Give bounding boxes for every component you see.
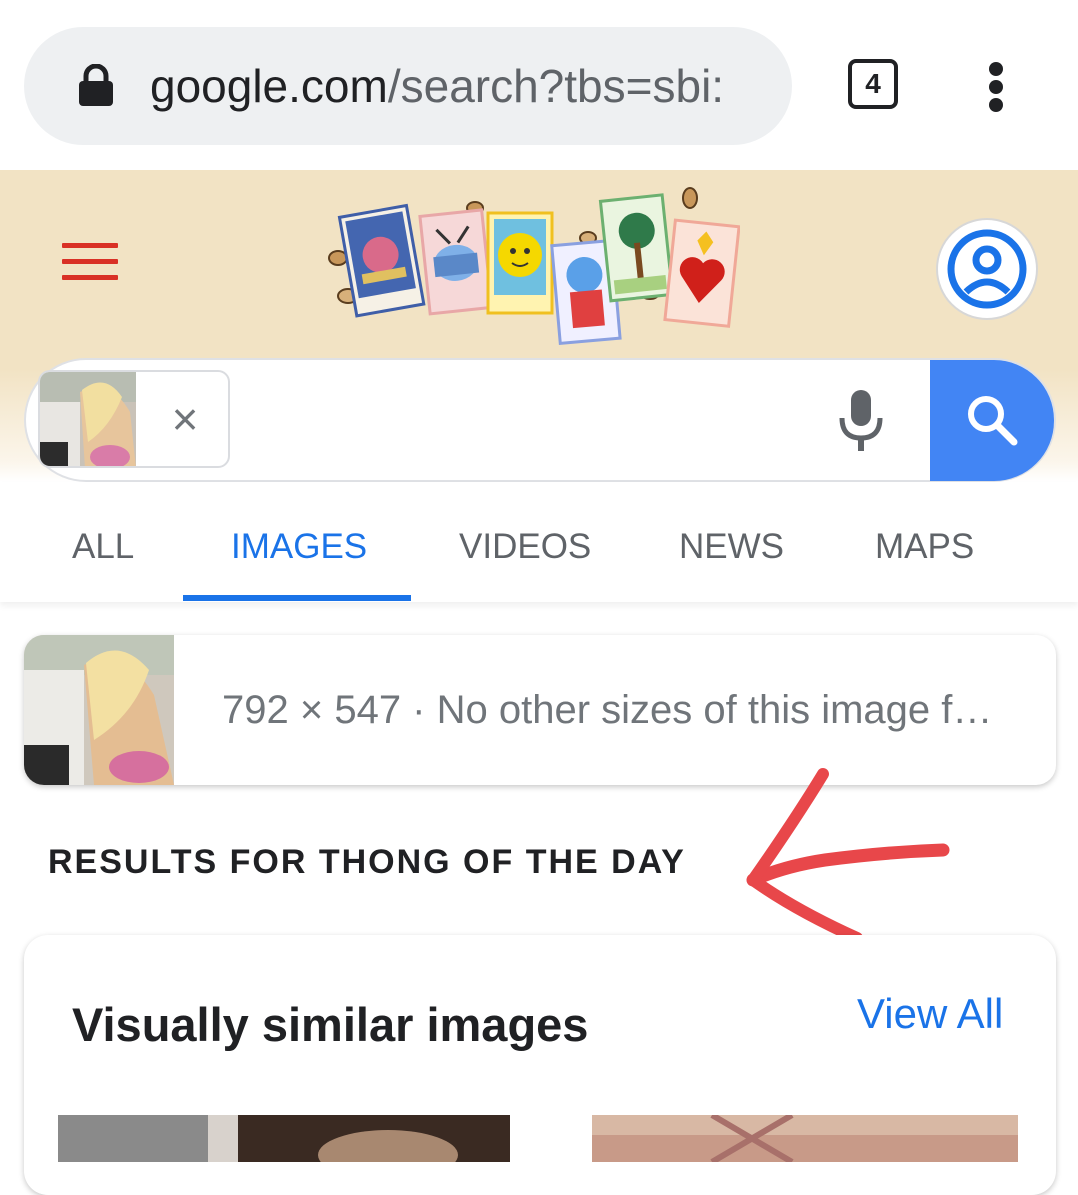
query-image-thumbnail bbox=[40, 372, 136, 466]
microphone-icon[interactable] bbox=[838, 388, 884, 452]
hamburger-menu-icon[interactable] bbox=[62, 243, 118, 280]
image-size-info: 792 × 547 · No other sizes of this image… bbox=[222, 688, 993, 732]
view-all-link[interactable]: View All bbox=[857, 988, 1003, 1040]
similar-image-1[interactable] bbox=[58, 1115, 510, 1162]
account-circle-icon bbox=[947, 229, 1027, 309]
tab-switcher-button[interactable]: 4 bbox=[848, 59, 898, 109]
similar-images-title: Visually similar images bbox=[72, 998, 589, 1051]
results-heading: RESULTS FOR THONG OF THE DAY bbox=[48, 843, 686, 881]
lock-icon bbox=[79, 64, 113, 106]
tab-images[interactable]: IMAGES bbox=[231, 525, 367, 569]
tab-news[interactable]: NEWS bbox=[679, 525, 784, 569]
annotation-arrow bbox=[746, 768, 950, 944]
url-text[interactable]: google.com/search?tbs=sbi: bbox=[150, 56, 770, 116]
tab-videos[interactable]: VIDEOS bbox=[459, 525, 591, 569]
url-host: google.com bbox=[150, 60, 388, 112]
tab-maps[interactable]: MAPS bbox=[875, 525, 974, 569]
loteria-doodle[interactable] bbox=[320, 183, 740, 353]
account-button[interactable] bbox=[938, 220, 1036, 318]
magnifier-icon bbox=[968, 396, 1018, 446]
overflow-menu-icon[interactable] bbox=[985, 62, 1007, 112]
active-tab-indicator bbox=[183, 595, 411, 601]
image-thumbnail bbox=[24, 635, 174, 785]
search-button[interactable] bbox=[930, 360, 1054, 481]
clear-image-icon[interactable]: × bbox=[160, 394, 210, 444]
similar-image-2[interactable] bbox=[592, 1115, 1018, 1162]
url-path: /search?tbs=sbi: bbox=[387, 60, 725, 112]
tab-all[interactable]: ALL bbox=[72, 525, 134, 569]
search-image-chip[interactable]: × bbox=[38, 370, 230, 468]
